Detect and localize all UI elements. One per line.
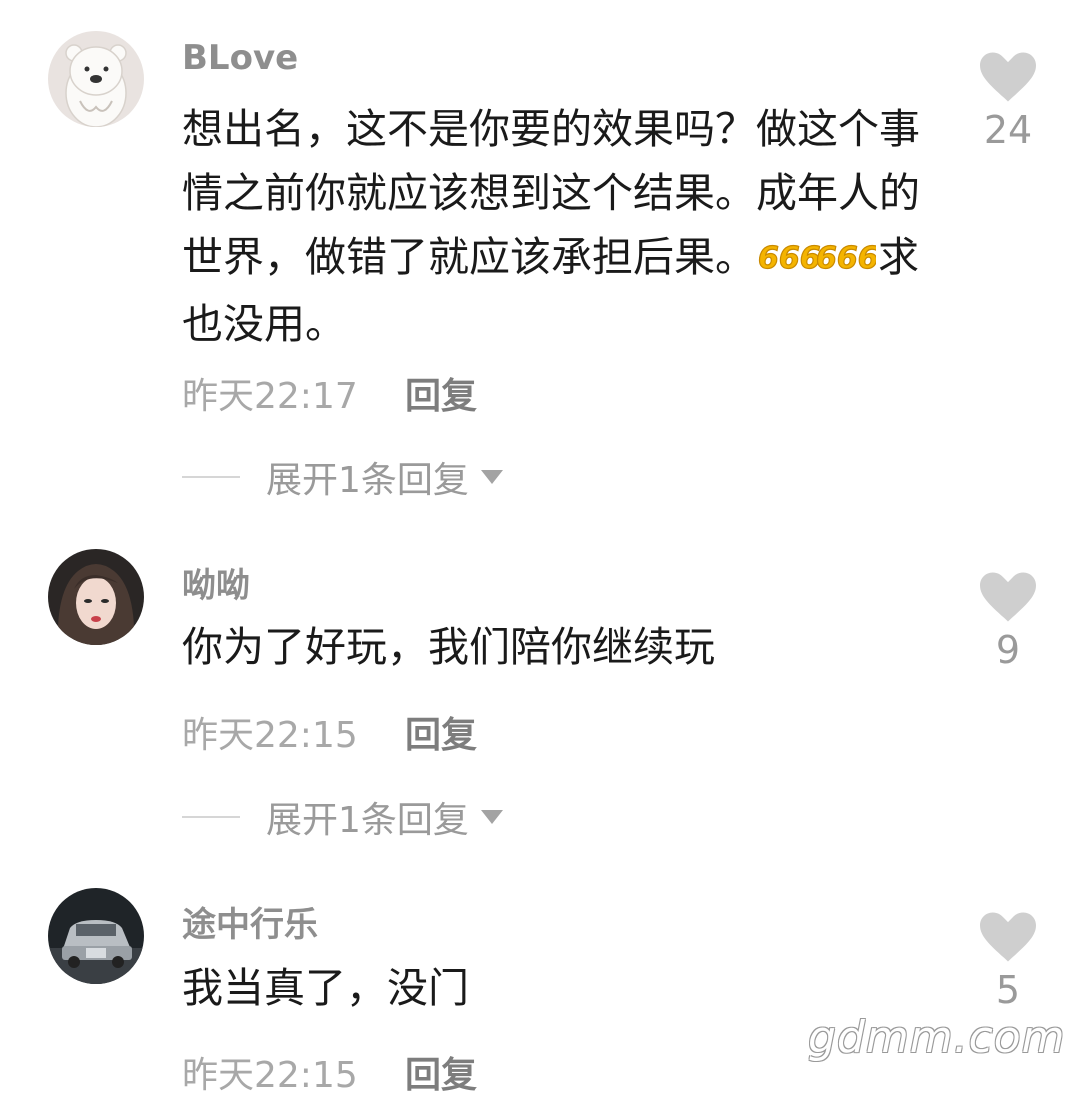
comment-text: 你为了好玩，我们陪你继续玩 <box>182 623 715 671</box>
expand-replies-label: 展开1条回复 <box>266 460 469 501</box>
reply-button[interactable]: 回复 <box>405 1046 477 1098</box>
suv-car-avatar-icon <box>48 888 144 984</box>
like-button[interactable]: 24 <box>968 52 1048 152</box>
like-count: 24 <box>983 108 1033 152</box>
svg-text:666: 666 <box>816 241 876 274</box>
heart-icon <box>980 912 1036 962</box>
expand-replies-label: 展开1条回复 <box>266 800 469 841</box>
username[interactable]: BLove <box>182 38 298 78</box>
timestamp: 昨天22:15 <box>182 1055 358 1096</box>
svg-text:666: 666 <box>758 241 821 274</box>
expand-replies-button[interactable]: 展开1条回复 <box>182 455 503 501</box>
timestamp: 昨天22:15 <box>182 715 358 756</box>
comment-text: 我当真了，没门 <box>182 964 469 1012</box>
like-button[interactable]: 5 <box>968 912 1048 1012</box>
username[interactable]: 呦呦 <box>182 558 250 607</box>
reply-button[interactable]: 回复 <box>405 367 477 419</box>
comment-text: 想出名，这不是你要的效果吗？做这个事情之前你就应该想到这个结果。成年人的世界，做… <box>182 97 922 356</box>
heart-icon <box>980 52 1036 102</box>
woman-portrait-avatar-icon <box>48 549 144 645</box>
caret-down-icon <box>480 470 503 484</box>
avatar[interactable] <box>48 549 144 645</box>
watermark: gdmm.com <box>808 1012 1066 1063</box>
timestamp: 昨天22:17 <box>182 376 358 417</box>
caret-down-icon <box>480 810 503 824</box>
666-emoji-icon: 666 666 <box>757 228 879 292</box>
like-button[interactable]: 9 <box>968 572 1048 672</box>
avatar[interactable] <box>48 888 144 984</box>
username[interactable]: 途中行乐 <box>182 897 318 946</box>
divider <box>182 476 240 478</box>
reply-button[interactable]: 回复 <box>405 706 477 758</box>
divider <box>182 816 240 818</box>
avatar[interactable] <box>48 31 144 127</box>
heart-icon <box>980 572 1036 622</box>
polar-bear-avatar-icon <box>48 31 144 127</box>
like-count: 9 <box>995 628 1021 672</box>
expand-replies-button[interactable]: 展开1条回复 <box>182 795 503 841</box>
like-count: 5 <box>995 968 1021 1012</box>
